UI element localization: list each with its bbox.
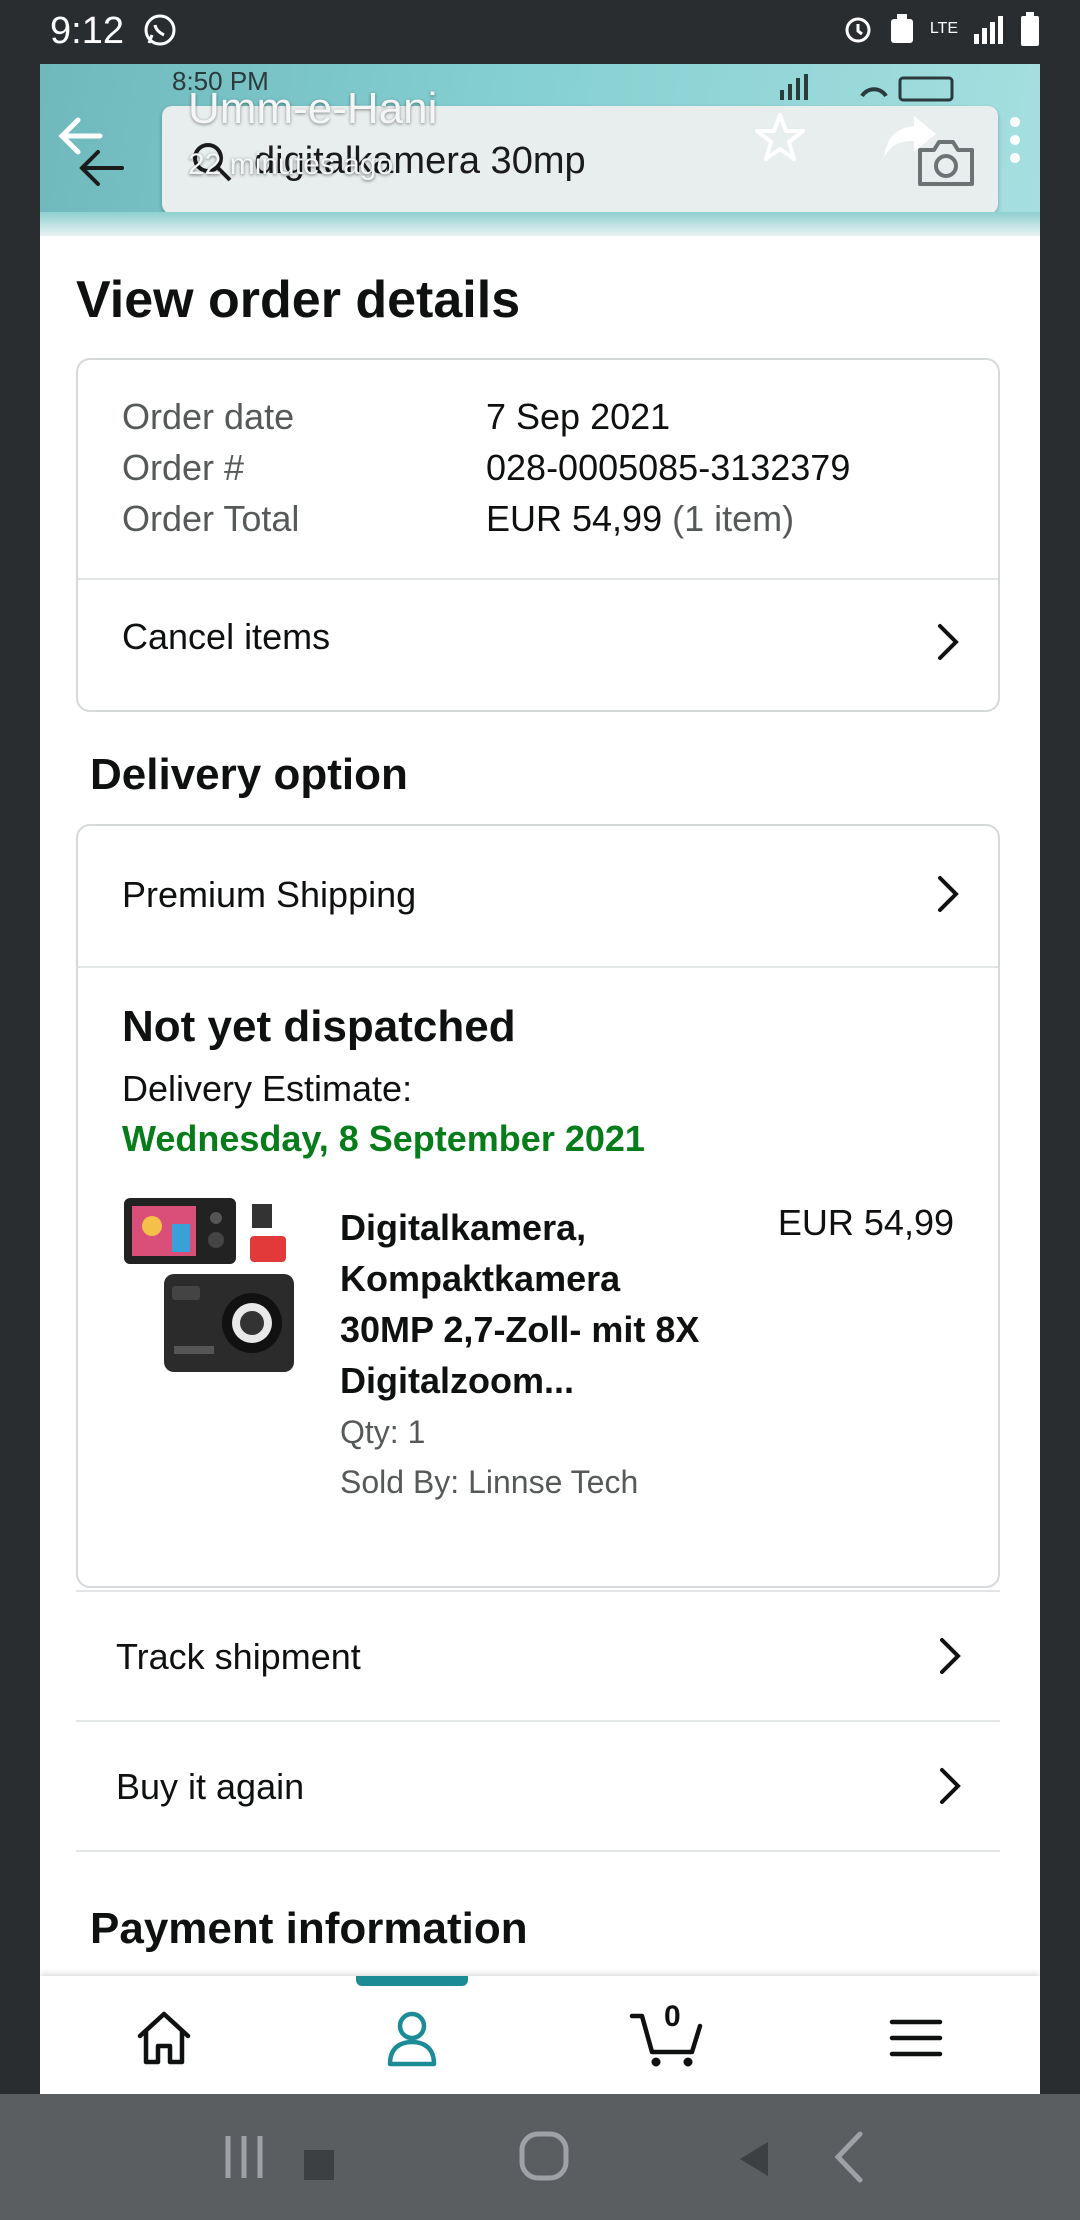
play-back-icon bbox=[740, 2142, 768, 2176]
buy-again-row[interactable]: Buy it again bbox=[76, 1722, 1000, 1852]
order-total-amount: EUR 54,99 bbox=[486, 498, 663, 539]
product-quantity: Qty: 1 bbox=[340, 1414, 426, 1450]
product-title-line: 30MP 2,7-Zoll- mit 8X bbox=[340, 1309, 700, 1350]
order-date-value: 7 Sep 2021 bbox=[486, 396, 671, 437]
product-title-line: Digitalkamera, bbox=[340, 1207, 587, 1248]
product-image[interactable] bbox=[122, 1196, 302, 1376]
active-tab-indicator bbox=[356, 1976, 468, 1986]
delivery-card: Premium Shipping Not yet dispatched Deli… bbox=[76, 824, 1000, 1588]
delivery-estimate-label: Delivery Estimate: bbox=[122, 1068, 413, 1109]
order-date-label: Order date bbox=[122, 396, 295, 437]
shipping-option-row[interactable]: Premium Shipping bbox=[78, 826, 998, 966]
product-title-line: Kompaktkamera bbox=[340, 1258, 621, 1299]
order-number-value: 028-0005085-3132379 bbox=[486, 447, 851, 488]
search-back-arrow-icon[interactable] bbox=[70, 142, 130, 194]
track-shipment-label: Track shipment bbox=[116, 1636, 361, 1677]
recent-apps-icon[interactable] bbox=[222, 2134, 266, 2180]
chevron-right-icon bbox=[940, 1768, 961, 1804]
story-time: 22 minutes ago bbox=[188, 148, 394, 181]
delivery-estimate-date: Wednesday, 8 September 2021 bbox=[122, 1118, 645, 1159]
page-title: View order details bbox=[76, 271, 521, 329]
order-total-value: EUR 54,99 (1 item) bbox=[486, 498, 794, 540]
order-number-label: Order # bbox=[122, 447, 245, 488]
chevron-right-icon bbox=[938, 876, 959, 912]
product-price: EUR 54,99 bbox=[777, 1202, 954, 1243]
payment-section-title: Payment information bbox=[90, 1904, 528, 1953]
story-author: Umm-e-Hani bbox=[188, 84, 438, 133]
order-date-row: Order date 7 Sep 2021 bbox=[122, 396, 670, 438]
cart-button[interactable]: 0 bbox=[628, 2000, 708, 2070]
battery-icon bbox=[1021, 12, 1039, 46]
cancel-items-label: Cancel items bbox=[122, 616, 331, 657]
order-total-row: Order Total EUR 54,99 (1 item) bbox=[122, 498, 794, 540]
header-fade bbox=[40, 212, 1040, 236]
stop-icon bbox=[304, 2150, 334, 2180]
alarm-icon bbox=[845, 17, 871, 43]
product-title[interactable]: Digitalkamera, Kompaktkamera 30MP 2,7-Zo… bbox=[340, 1202, 760, 1406]
system-navigation-bar bbox=[0, 2094, 1080, 2220]
home-button-icon[interactable] bbox=[518, 2130, 570, 2182]
shipping-option-label: Premium Shipping bbox=[122, 874, 417, 915]
status-time: 9:12 bbox=[50, 10, 124, 52]
home-icon[interactable] bbox=[132, 2006, 196, 2070]
signal-icon bbox=[974, 16, 1003, 44]
product-title-line: Digitalzoom... bbox=[340, 1360, 574, 1401]
status-bar: 9:12 LTE bbox=[0, 0, 1080, 64]
network-type: LTE bbox=[929, 20, 958, 37]
chevron-right-icon bbox=[940, 1638, 961, 1674]
order-summary-card: Order date 7 Sep 2021 Order # 028-000508… bbox=[76, 358, 1000, 712]
star-icon[interactable] bbox=[752, 110, 808, 166]
order-number-row: Order # 028-0005085-3132379 bbox=[122, 447, 850, 489]
chevron-right-icon bbox=[938, 624, 959, 660]
cart-count: 0 bbox=[664, 2000, 681, 2033]
inner-status-icons bbox=[780, 74, 954, 102]
track-shipment-row[interactable]: Track shipment bbox=[76, 1592, 1000, 1722]
divider bbox=[76, 1850, 1000, 1852]
order-item-count: (1 item) bbox=[672, 498, 795, 539]
status-icons: LTE bbox=[842, 12, 1040, 46]
delivery-section-title: Delivery option bbox=[90, 750, 408, 799]
product-seller: Sold By: Linnse Tech bbox=[340, 1464, 639, 1500]
shared-screenshot: 8:50 PM digitalkamera 30mp Umm-e-Hani 22… bbox=[40, 64, 1040, 2094]
recycle-icon bbox=[890, 14, 913, 43]
bottom-navigation: 0 bbox=[40, 1976, 1040, 2094]
more-options-icon[interactable] bbox=[1008, 116, 1022, 164]
divider bbox=[78, 966, 998, 968]
hamburger-icon[interactable] bbox=[884, 2006, 948, 2070]
forward-icon[interactable] bbox=[880, 110, 940, 162]
back-icon[interactable] bbox=[832, 2130, 866, 2184]
shipment-status: Not yet dispatched bbox=[122, 1002, 516, 1051]
person-icon[interactable] bbox=[380, 2006, 444, 2070]
order-total-label: Order Total bbox=[122, 498, 300, 539]
buy-again-label: Buy it again bbox=[116, 1766, 305, 1807]
amazon-header: 8:50 PM digitalkamera 30mp Umm-e-Hani 22… bbox=[40, 64, 1040, 236]
whatsapp-icon bbox=[144, 14, 176, 46]
cancel-items-row[interactable]: Cancel items bbox=[78, 580, 998, 710]
